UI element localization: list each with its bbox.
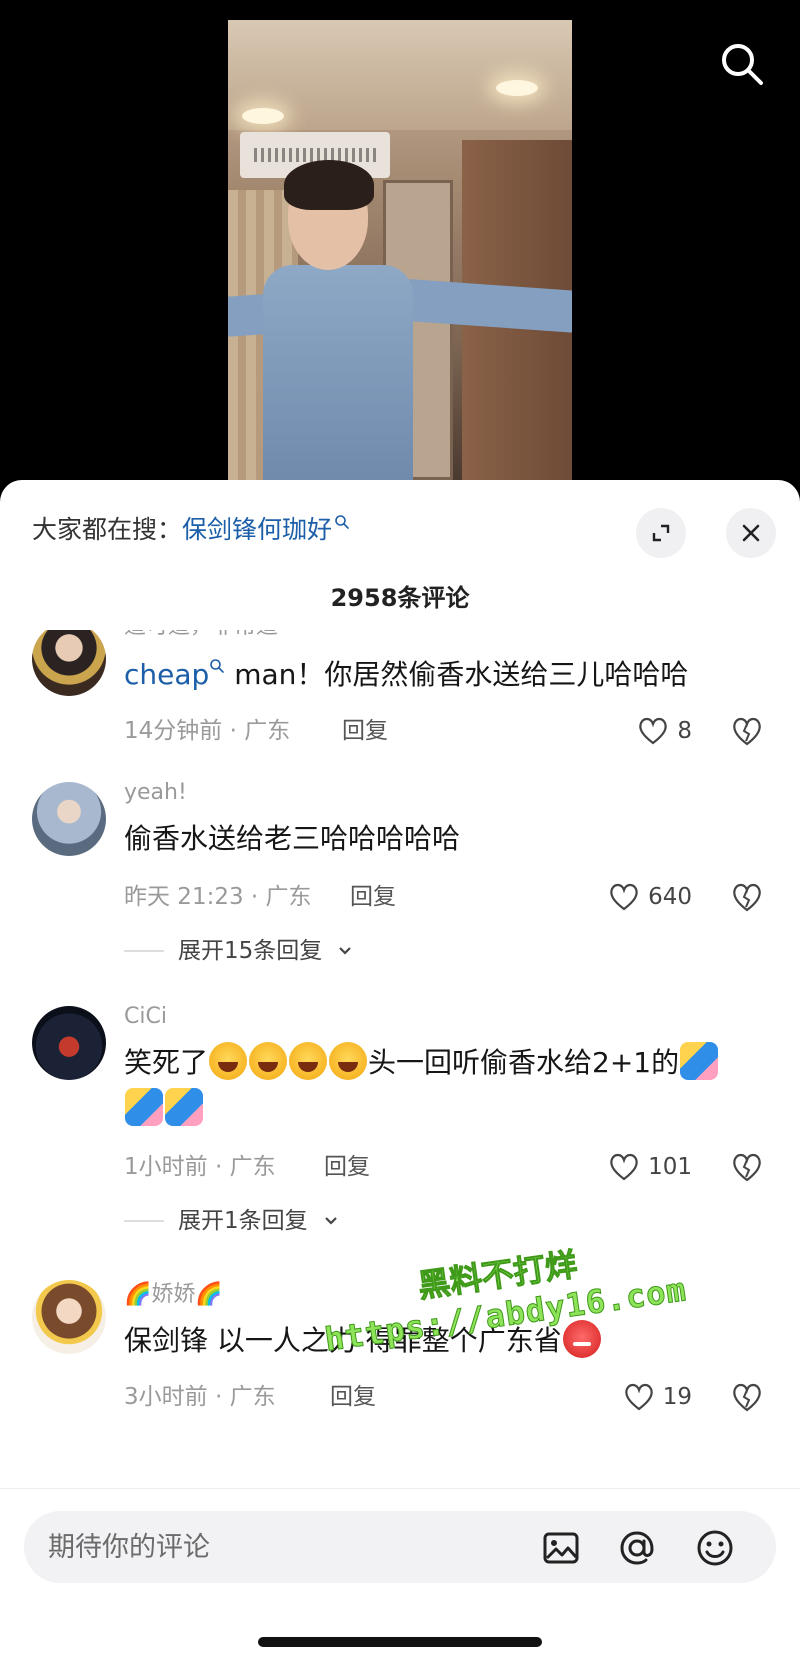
search-icon bbox=[722, 44, 763, 85]
mention-link[interactable]: cheap bbox=[124, 658, 209, 691]
expand-replies-label: 展开15条回复 bbox=[178, 938, 323, 964]
crying-laugh-emoji-icon bbox=[329, 1042, 368, 1080]
heart-icon bbox=[610, 1153, 638, 1181]
reply-button[interactable]: 回复 bbox=[330, 1380, 376, 1414]
comment-list[interactable]: 道可道，非常道 cheap man！你居然偷香水送给三儿哈哈哈 14分钟前 · … bbox=[0, 630, 800, 1502]
search-button[interactable] bbox=[718, 40, 766, 88]
heart-icon bbox=[639, 717, 668, 745]
dislike-button[interactable] bbox=[730, 1380, 764, 1414]
person-body bbox=[263, 265, 413, 480]
fleeing-emoji-icon bbox=[165, 1088, 203, 1126]
comment-meta: 3小时前 · 广东 bbox=[124, 1384, 276, 1410]
search-icon bbox=[335, 515, 349, 529]
person-hair bbox=[284, 160, 374, 210]
divider bbox=[124, 950, 164, 952]
image-button[interactable] bbox=[540, 1527, 582, 1569]
like-button[interactable]: 640 bbox=[608, 880, 692, 914]
like-count: 101 bbox=[648, 1154, 692, 1180]
comment-author[interactable]: CiCi bbox=[124, 1002, 167, 1032]
dislike-button[interactable] bbox=[730, 1150, 764, 1184]
close-icon bbox=[742, 524, 760, 542]
avatar[interactable] bbox=[32, 630, 106, 696]
comment-text: 偷香水送给老三哈哈哈哈哈 bbox=[124, 822, 461, 855]
comment-body: 保剑锋 以一人之力 得罪整个广东省 bbox=[124, 1324, 562, 1357]
at-mention-icon bbox=[620, 1531, 654, 1565]
home-indicator[interactable] bbox=[258, 1637, 542, 1647]
comment-body: 笑死了 bbox=[124, 1046, 209, 1079]
sheet-header: 大家都在搜：保剑锋何珈好 bbox=[0, 480, 800, 580]
broken-heart-icon bbox=[733, 1383, 761, 1412]
broken-heart-icon bbox=[733, 883, 761, 912]
hot-search-label: 大家都在搜： bbox=[32, 515, 183, 544]
image-icon bbox=[543, 1532, 579, 1564]
like-button[interactable]: 19 bbox=[623, 1380, 692, 1414]
dislike-button[interactable] bbox=[730, 880, 764, 914]
hot-search[interactable]: 大家都在搜：保剑锋何珈好 bbox=[32, 510, 350, 550]
angry-emoji-icon bbox=[562, 1320, 601, 1358]
comment-text: 笑死了 头一回听偷香水给2+1的 bbox=[124, 1040, 764, 1132]
rofl-emoji-icon bbox=[209, 1042, 248, 1080]
broken-heart-icon bbox=[733, 1153, 761, 1182]
chevron-down-icon bbox=[339, 947, 352, 955]
comment-input[interactable] bbox=[48, 1511, 528, 1583]
avatar[interactable] bbox=[32, 1280, 106, 1354]
broken-heart-icon bbox=[733, 717, 761, 746]
comment-author[interactable]: yeah! bbox=[124, 778, 187, 808]
avatar[interactable] bbox=[32, 782, 106, 856]
emoji-icon bbox=[697, 1530, 733, 1566]
comment-sheet: 大家都在搜：保剑锋何珈好 2958条评论 道可道，非常道 cheap man！你… bbox=[0, 480, 800, 1656]
expand-icon bbox=[652, 524, 670, 542]
expand-replies[interactable]: 展开15条回复 bbox=[124, 934, 354, 968]
like-button[interactable]: 101 bbox=[608, 1150, 692, 1184]
comment-meta: 14分钟前 · 广东 bbox=[124, 718, 291, 744]
comment-count: 2958条评论 bbox=[330, 584, 470, 612]
search-icon bbox=[210, 659, 225, 673]
heart-icon bbox=[610, 883, 638, 911]
close-button[interactable] bbox=[726, 508, 776, 558]
avatar[interactable] bbox=[32, 1006, 106, 1080]
mention-button[interactable] bbox=[616, 1527, 658, 1569]
like-count: 640 bbox=[648, 884, 692, 910]
like-count: 19 bbox=[662, 1384, 692, 1410]
dislike-button[interactable] bbox=[730, 714, 764, 748]
divider bbox=[124, 1220, 164, 1222]
reply-button[interactable]: 回复 bbox=[324, 1150, 370, 1184]
comment-author[interactable]: 🌈娇娇🌈 bbox=[124, 1280, 223, 1310]
reply-button[interactable]: 回复 bbox=[342, 714, 388, 748]
fleeing-emoji-icon bbox=[125, 1088, 163, 1126]
hot-search-link[interactable]: 保剑锋何珈好 bbox=[182, 515, 332, 544]
like-count: 8 bbox=[677, 718, 692, 744]
emoji-button[interactable] bbox=[694, 1527, 736, 1569]
comment-composer bbox=[0, 1488, 800, 1656]
comment-body: man！你居然偷香水送给三儿哈哈哈 bbox=[225, 658, 689, 691]
heart-icon bbox=[624, 1383, 653, 1411]
comment-body: 头一回听偷香水给2+1的 bbox=[368, 1046, 680, 1079]
expand-button[interactable] bbox=[636, 508, 686, 558]
video-frame[interactable] bbox=[228, 20, 572, 480]
fleeing-emoji-icon bbox=[680, 1042, 719, 1080]
chevron-down-icon bbox=[324, 1217, 337, 1225]
comment-author[interactable]: 道可道，非常道 bbox=[124, 630, 278, 642]
expand-replies-label: 展开1条回复 bbox=[178, 1208, 308, 1234]
video-player[interactable] bbox=[0, 0, 800, 500]
crying-laugh-emoji-icon bbox=[249, 1042, 288, 1080]
expand-replies[interactable]: 展开1条回复 bbox=[124, 1204, 340, 1238]
crying-laugh-emoji-icon bbox=[289, 1042, 328, 1080]
comment-meta: 1小时前 · 广东 bbox=[124, 1154, 276, 1180]
comment-text: 保剑锋 以一人之力 得罪整个广东省 bbox=[124, 1318, 764, 1364]
like-button[interactable]: 8 bbox=[637, 714, 692, 748]
comment-input-wrapper[interactable] bbox=[24, 1511, 776, 1583]
ceiling-light bbox=[242, 108, 284, 124]
ceiling-light bbox=[496, 80, 538, 96]
comment-meta: 昨天 21:23 · 广东 bbox=[124, 884, 312, 910]
comment-text: cheap man！你居然偷香水送给三儿哈哈哈 bbox=[124, 652, 764, 698]
reply-button[interactable]: 回复 bbox=[350, 880, 396, 914]
